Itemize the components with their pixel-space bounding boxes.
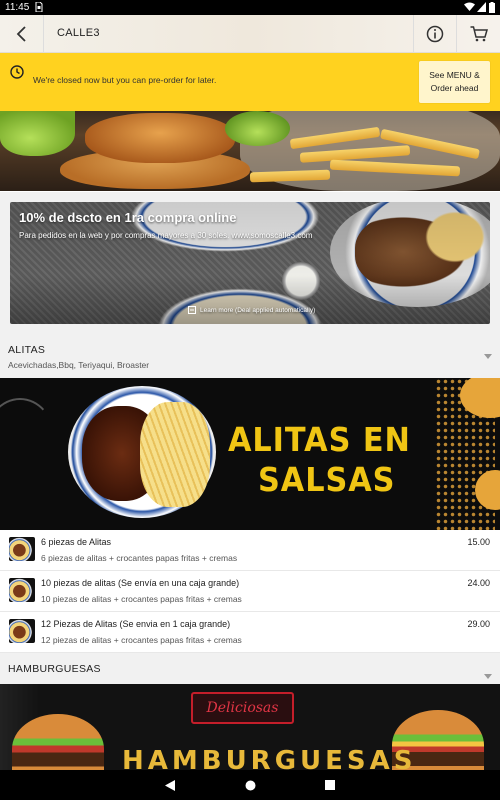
cta-line-1: See MENU & [429,70,480,80]
system-nav-bar [0,770,500,800]
deliciosas-badge: Deliciosas [191,692,294,724]
recents-square-icon [325,780,335,790]
hamburguesas-banner-heading: HAMBURGUESAS [122,746,417,770]
section-description: Acevichadas,Bbq, Teriyaqui, Broaster [8,360,150,370]
promo-subtitle: Para pedidos en la web y por compras may… [19,231,313,240]
banner-heading-line-2: SALSAS [258,460,396,499]
deliciosas-text: Deliciosas [206,700,279,716]
top-app-bar: CALLE3 [0,15,500,53]
promo-card[interactable]: 10% de dscto en 1ra compra online Para p… [10,202,490,324]
section-title: ALITAS [8,344,46,356]
chevron-down-icon [484,666,492,684]
info-button[interactable] [413,15,456,53]
item-price: 15.00 [467,537,490,547]
promo-learn-more-link[interactable]: Learn more (Deal applied automatically) [188,306,315,314]
sim-card-icon [35,1,43,15]
item-description: 12 piezas de alitas + crocantes papas fr… [41,635,242,645]
cart-button[interactable] [456,15,500,53]
menu-item[interactable]: 12 Piezas de Alitas (Se envia en 1 caja … [0,612,500,653]
status-time: 11:45 [5,2,30,13]
nav-back-button[interactable] [150,770,190,800]
chevron-down-icon [484,346,492,364]
home-circle-icon [245,780,255,790]
promo-section: 10% de dscto en 1ra compra online Para p… [0,192,500,334]
store-hero-image [0,111,500,191]
see-menu-order-ahead-button[interactable]: See MENU & Order ahead [419,61,490,103]
cart-icon [470,26,488,42]
chevron-left-icon [16,26,26,42]
item-name: 6 piezas de Alitas [41,537,112,547]
nav-home-button[interactable] [230,770,270,800]
cta-line-2: Order ahead [430,83,479,93]
menu-item[interactable]: 6 piezas de Alitas 6 piezas de alitas + … [0,530,500,571]
item-description: 6 piezas de alitas + crocantes papas fri… [41,553,238,563]
item-price: 24.00 [467,578,490,588]
item-name: 12 Piezas de Alitas (Se envia en 1 caja … [41,619,231,629]
item-name: 10 piezas de alitas (Se envía en una caj… [41,578,240,588]
store-closed-banner: We're closed now but you can pre-order f… [0,53,500,111]
clock-icon [10,65,24,84]
signal-icon [477,2,486,15]
item-thumbnail [9,619,35,643]
store-title: CALLE3 [57,27,100,39]
item-thumbnail [9,578,35,602]
tag-icon [188,306,196,314]
back-button[interactable] [0,15,44,53]
info-icon [426,25,444,43]
promo-title: 10% de dscto en 1ra compra online [19,210,237,225]
closed-message: We're closed now but you can pre-order f… [33,75,217,85]
promo-learn-more-text: Learn more (Deal applied automatically) [200,306,316,314]
item-description: 10 piezas de alitas + crocantes papas fr… [41,594,242,604]
alitas-banner-image: ALITAS EN SALSAS [0,378,500,530]
battery-icon [489,2,495,16]
back-triangle-icon [165,779,175,791]
wifi-icon [464,2,475,15]
item-thumbnail [9,537,35,561]
banner-heading-line-1: ALITAS EN [228,420,411,459]
section-header-hamburguesas[interactable]: HAMBURGUESAS [0,653,500,684]
nav-recents-button[interactable] [310,770,350,800]
section-header-alitas[interactable]: ALITAS Acevichadas,Bbq, Teriyaqui, Broas… [0,334,500,378]
section-title: HAMBURGUESAS [8,663,101,675]
item-price: 29.00 [467,619,490,629]
hamburguesas-banner-image: Deliciosas HAMBURGUESAS [0,684,500,770]
status-bar: 11:45 [0,0,500,15]
menu-item[interactable]: 10 piezas de alitas (Se envía en una caj… [0,571,500,612]
